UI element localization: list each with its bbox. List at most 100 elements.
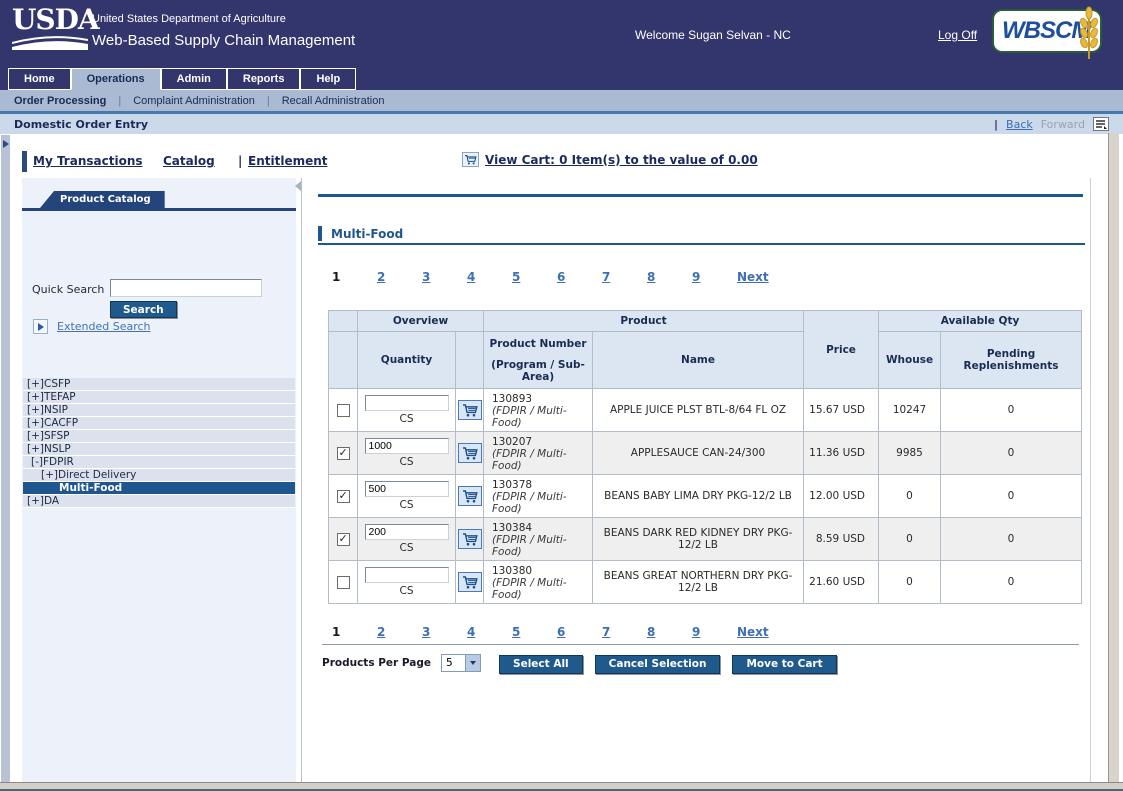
view-cart[interactable]: View Cart: 0 Item(s) to the value of 0.0… <box>462 152 758 167</box>
entitlement-link[interactable]: Entitlement <box>248 154 328 168</box>
subnav: Order Processing | Complaint Administratio… <box>0 90 1123 111</box>
pending-cell: 0 <box>941 561 1082 604</box>
page-link-6[interactable]: 6 <box>557 270 602 284</box>
panel-title-tab: Product Catalog <box>40 191 165 208</box>
cancel-selection-button[interactable]: Cancel Selection <box>595 655 721 674</box>
page-link-6[interactable]: 6 <box>557 625 602 639</box>
quantity-input[interactable] <box>365 395 449 411</box>
subnav-item-order-processing[interactable]: Order Processing <box>14 95 106 107</box>
whouse-cell: 9985 <box>879 432 941 475</box>
logoff-link[interactable]: Log Off <box>938 28 977 42</box>
page-link-4[interactable]: 4 <box>467 625 512 639</box>
product-number-cell: 130893(FDPIR / Multi-Food) <box>484 389 593 432</box>
cart-icon <box>462 152 479 167</box>
tab-operations[interactable]: Operations <box>71 68 161 90</box>
panel-collapse-gutter[interactable] <box>1 135 10 782</box>
usda-logo-text: USDA <box>12 5 90 35</box>
add-to-cart-icon[interactable] <box>458 443 482 463</box>
extended-search-link[interactable]: Extended Search <box>57 320 151 333</box>
expand-triangle-icon[interactable] <box>33 319 48 334</box>
row-checkbox[interactable] <box>337 490 350 503</box>
page-next-link[interactable]: Next <box>737 625 769 639</box>
quantity-input[interactable] <box>365 438 449 454</box>
select-all-button[interactable]: Select All <box>499 655 583 674</box>
whouse-cell: 0 <box>879 518 941 561</box>
tree-item-nsip[interactable]: [+]NSIP <box>23 404 295 417</box>
move-to-cart-button[interactable]: Move to Cart <box>732 655 836 674</box>
search-button[interactable]: Search <box>110 301 177 318</box>
page-link-2[interactable]: 2 <box>377 270 422 284</box>
add-to-cart-icon[interactable] <box>458 400 482 420</box>
page-link-3[interactable]: 3 <box>422 270 467 284</box>
collapse-panel-icon[interactable] <box>295 181 301 191</box>
add-to-cart-icon[interactable] <box>458 486 482 506</box>
tab-reports[interactable]: Reports <box>227 68 301 90</box>
vertical-scrollbar[interactable] <box>1108 133 1119 782</box>
add-to-cart-icon[interactable] <box>458 572 482 592</box>
page-link-8[interactable]: 8 <box>647 270 692 284</box>
page-link-7[interactable]: 7 <box>602 625 647 639</box>
tab-admin[interactable]: Admin <box>161 68 227 90</box>
price-cell: 15.67 USD <box>804 389 879 432</box>
tree-item-csfp[interactable]: [+]CSFP <box>23 378 295 391</box>
subnav-item-complaint-administration[interactable]: Complaint Administration <box>133 95 255 107</box>
product-name-cell: APPLESAUCE CAN-24/300 <box>593 432 804 475</box>
row-checkbox[interactable] <box>337 404 350 417</box>
header-overview: Overview <box>358 311 484 332</box>
price-cell: 21.60 USD <box>804 561 879 604</box>
tree-item-multi-food[interactable]: Multi-Food <box>23 482 295 495</box>
panel-divider <box>301 178 302 782</box>
quantity-unit: CS <box>359 456 454 468</box>
section-accent-bar <box>318 226 322 241</box>
subnav-item-recall-administration[interactable]: Recall Administration <box>282 95 385 107</box>
view-cart-link[interactable]: View Cart: 0 Item(s) to the value of 0.0… <box>485 153 758 167</box>
pending-cell: 0 <box>941 432 1082 475</box>
catalog-link[interactable]: Catalog <box>163 154 215 168</box>
page-link-2[interactable]: 2 <box>377 625 422 639</box>
page-link-9[interactable]: 9 <box>692 625 737 639</box>
product-number: 130378 <box>492 479 588 491</box>
page-link-5[interactable]: 5 <box>512 270 557 284</box>
tree-item-cacfp[interactable]: [+]CACFP <box>23 417 295 430</box>
table-footer-controls: Products Per Page 5 Select All Cancel Sel… <box>322 652 837 674</box>
tree-item-da[interactable]: [+]DA <box>23 495 295 508</box>
row-checkbox[interactable] <box>337 447 350 460</box>
tree-item-tefap[interactable]: [+]TEFAP <box>23 391 295 404</box>
add-to-cart-icon[interactable] <box>458 529 482 549</box>
quantity-input[interactable] <box>365 567 449 583</box>
checkbox-cell <box>329 432 358 475</box>
tree-item-nslp[interactable]: [+]NSLP <box>23 443 295 456</box>
app-title: Web-Based Supply Chain Management <box>92 32 355 49</box>
page-menu-icon[interactable] <box>1093 117 1109 131</box>
tree-item-direct-delivery[interactable]: [+]Direct Delivery <box>23 469 295 482</box>
products-per-page-label: Products Per Page <box>322 657 431 669</box>
my-transactions-link[interactable]: My Transactions <box>33 154 143 168</box>
page-link-3[interactable]: 3 <box>422 625 467 639</box>
back-link[interactable]: Back <box>1006 118 1033 131</box>
page-next-link[interactable]: Next <box>737 270 769 284</box>
quantity-cell: CS <box>358 432 456 475</box>
products-per-page-select[interactable]: 5 <box>441 654 481 672</box>
page-link-9[interactable]: 9 <box>692 270 737 284</box>
quantity-input[interactable] <box>365 524 449 540</box>
tree-item-sfsp[interactable]: [+]SFSP <box>23 430 295 443</box>
checkbox-cell <box>329 518 358 561</box>
page-link-5[interactable]: 5 <box>512 625 557 639</box>
row-checkbox[interactable] <box>337 533 350 546</box>
cart-cell <box>456 561 484 604</box>
quantity-input[interactable] <box>365 481 449 497</box>
select-dropdown-arrow-icon[interactable] <box>465 655 480 671</box>
tab-help[interactable]: Help <box>300 68 356 90</box>
usda-logo-swoosh-icon <box>12 36 88 50</box>
page-link-4[interactable]: 4 <box>467 270 512 284</box>
table-row: CS130893(FDPIR / Multi-Food)APPLE JUICE … <box>329 389 1082 432</box>
header-cart-spacer <box>456 332 484 389</box>
tab-home[interactable]: Home <box>8 68 71 90</box>
footer-rule <box>322 644 1079 645</box>
page-link-7[interactable]: 7 <box>602 270 647 284</box>
subnav-separator: | <box>118 95 121 107</box>
quick-search-input[interactable] <box>110 279 262 297</box>
page-link-8[interactable]: 8 <box>647 625 692 639</box>
row-checkbox[interactable] <box>337 576 350 589</box>
tree-item-fdpir[interactable]: [-]FDPIR <box>23 456 295 469</box>
